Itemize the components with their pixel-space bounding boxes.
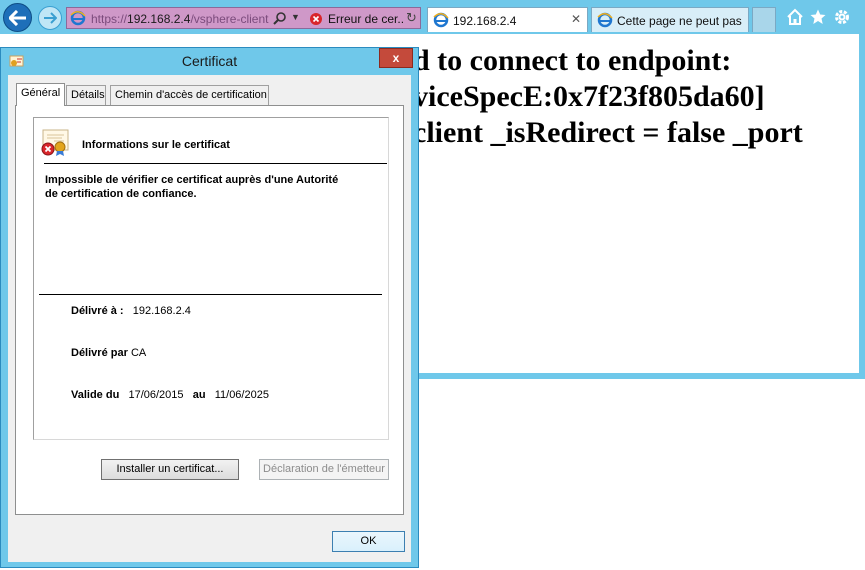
- new-tab-button[interactable]: [752, 7, 776, 32]
- ie-icon: [597, 12, 613, 31]
- issued-by-row: Délivré par CA: [71, 347, 146, 359]
- tab-general[interactable]: Général: [16, 83, 66, 106]
- close-icon: x: [392, 51, 400, 65]
- valid-from-label: Valide du: [71, 389, 120, 401]
- install-certificate-button[interactable]: Installer un certificat...: [101, 459, 239, 480]
- page-content: d to connect to endpoint: viceSpecE:0x7f…: [416, 34, 865, 379]
- certificate-error-icon: [40, 128, 70, 161]
- url-path: /vsphere-client: [190, 12, 269, 26]
- arrow-left-icon: [8, 9, 26, 26]
- valid-from-value: 17/06/2015: [128, 389, 184, 401]
- gear-icon[interactable]: [833, 8, 851, 26]
- error-icon: [309, 12, 323, 29]
- chevron-down-icon[interactable]: ▼: [291, 12, 300, 22]
- dialog-title: Certificat: [181, 53, 238, 69]
- search-icon[interactable]: [273, 11, 287, 28]
- star-icon[interactable]: [809, 8, 827, 26]
- valid-to-label: au: [192, 389, 206, 401]
- url-host: 192.168.2.4: [127, 12, 191, 26]
- validity-row: Valide du 17/06/2015 au 11/06/2025: [71, 389, 269, 401]
- error-text-line: viceSpecE:0x7f23f805da60]: [416, 80, 765, 113]
- browser-toolbar: https://192.168.2.4/vsphere-client ▼ Err…: [0, 0, 865, 34]
- general-tab-panel: Informations sur le certificat Impossibl…: [15, 105, 404, 515]
- issued-to-row: Délivré à : 192.168.2.4: [71, 305, 191, 317]
- certificate-error-label[interactable]: Erreur de cer...: [328, 12, 404, 26]
- tab-details[interactable]: Détails: [66, 85, 106, 105]
- forward-button[interactable]: [38, 6, 62, 30]
- divider: [39, 294, 382, 295]
- certificate-info-box: Informations sur le certificat Impossibl…: [33, 117, 389, 440]
- home-icon[interactable]: [786, 8, 804, 26]
- error-text-line: d to connect to endpoint:: [416, 44, 732, 77]
- issued-to-label: Délivré à :: [71, 305, 124, 317]
- tab-label: 192.168.2.4: [453, 14, 517, 28]
- info-heading: Informations sur le certificat: [82, 139, 230, 151]
- valid-to-value: 11/06/2025: [214, 389, 269, 401]
- ie-icon: [433, 12, 449, 31]
- tab-cette-page[interactable]: Cette page ne peut pas ...: [591, 7, 749, 32]
- verification-warning: Impossible de vérifier ce certificat aup…: [45, 174, 339, 200]
- arrow-right-icon: [44, 12, 57, 24]
- dialog-body: Général Détails Chemin d'accès de certif…: [8, 75, 411, 562]
- close-icon[interactable]: ✕: [571, 12, 581, 26]
- address-bar[interactable]: https://192.168.2.4/vsphere-client ▼ Err…: [66, 7, 421, 29]
- ok-button[interactable]: OK: [332, 531, 405, 552]
- issued-by-label: Délivré par: [71, 347, 128, 359]
- issuer-statement-button[interactable]: Déclaration de l'émetteur: [259, 459, 389, 480]
- tab-label: Cette page ne peut pas ...: [617, 14, 745, 28]
- close-button[interactable]: x: [379, 48, 413, 68]
- divider: [44, 163, 387, 164]
- tab-certification-path[interactable]: Chemin d'accès de certification: [110, 85, 269, 105]
- ie-icon: [70, 10, 86, 29]
- certificate-dialog: Certificat x Général Détails Chemin d'ac…: [0, 47, 419, 568]
- refresh-icon[interactable]: ↻: [406, 10, 417, 26]
- issued-to-value: 192.168.2.4: [132, 305, 191, 317]
- back-button[interactable]: [3, 3, 32, 32]
- tab-192-168-2-4[interactable]: 192.168.2.4 ✕: [427, 7, 588, 32]
- url-text[interactable]: https://192.168.2.4/vsphere-client: [91, 12, 269, 26]
- url-scheme: https://: [91, 12, 128, 26]
- issued-by-value: CA: [130, 347, 147, 359]
- error-text-line: client _isRedirect = false _port: [416, 116, 803, 149]
